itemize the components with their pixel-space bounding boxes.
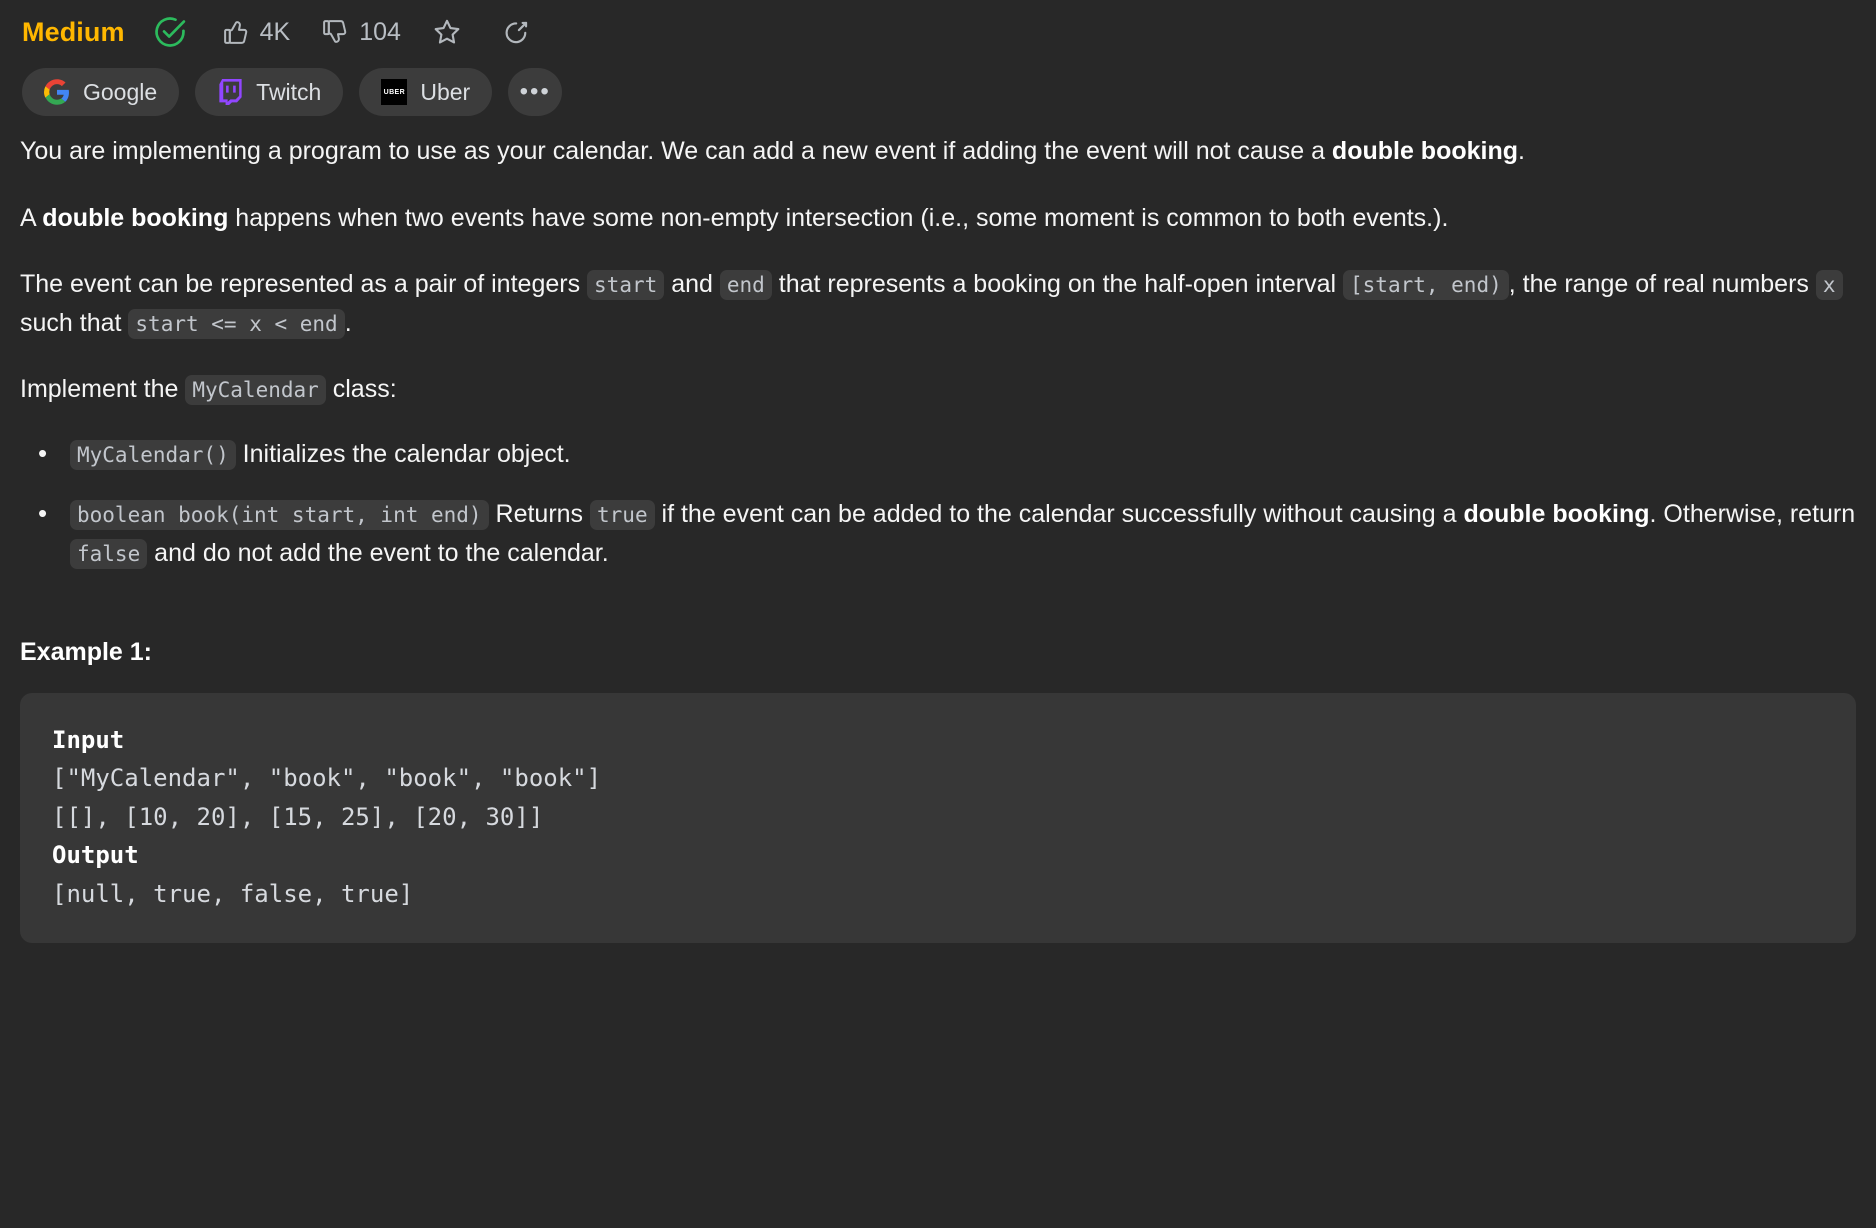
example-output-label: Output: [52, 841, 139, 870]
description-paragraph-1: You are implementing a program to use as…: [20, 132, 1856, 171]
desc-p3-text-f: .: [344, 308, 352, 337]
favorite-button[interactable]: [431, 16, 463, 48]
example-1-title: Example 1:: [20, 638, 153, 666]
api-item-2-text-c: . Otherwise, return: [1649, 500, 1856, 528]
desc-p4-text-a: Implement the: [20, 375, 186, 403]
inline-code-false: false: [70, 538, 148, 569]
upvote-button[interactable]: 4K: [221, 17, 291, 47]
inline-code-start: start: [587, 270, 665, 300]
downvote-count: 104: [359, 17, 401, 46]
twitch-logo-icon: [217, 79, 243, 105]
company-tags-more-button[interactable]: •••: [508, 68, 563, 116]
description-paragraph-3: The event can be represented as a pair o…: [20, 265, 1856, 342]
company-tag-label: Google: [83, 78, 158, 105]
example-input-line-1: ["MyCalendar", "book", "book", "book"]: [52, 764, 602, 793]
example-1-code-block: Input ["MyCalendar", "book", "book", "bo…: [20, 693, 1856, 943]
desc-p3-text-d: , the range of real numbers: [1508, 270, 1816, 298]
example-output-line-1: [null, true, false, true]: [52, 879, 414, 908]
problem-content: You are implementing a program to use as…: [0, 118, 1876, 572]
thumbs-down-icon: [323, 20, 347, 43]
example-input-label: Input: [52, 726, 125, 754]
desc-p3-text-a: The event can be represented as a pair o…: [20, 270, 588, 298]
list-item: boolean book(int start, int end) Returns…: [38, 493, 1856, 572]
inline-code-mycalendar: MyCalendar: [185, 375, 326, 405]
desc-p1-bold: double booking: [1331, 137, 1519, 165]
company-tag-twitch[interactable]: Twitch: [195, 68, 344, 116]
downvote-button[interactable]: 104: [320, 17, 401, 47]
inline-code-true: true: [590, 500, 655, 530]
inline-code-x: x: [1815, 270, 1843, 300]
api-item-2-text-b: if the event can be added to the calenda…: [654, 500, 1464, 528]
api-item-2-text-a: Returns: [488, 500, 591, 528]
inline-code-constructor: MyCalendar(): [70, 439, 236, 470]
desc-p4-text-b: class:: [325, 375, 397, 403]
company-tag-uber[interactable]: UBER Uber: [359, 68, 493, 116]
description-paragraph-2: A double booking happens when two events…: [20, 199, 1856, 238]
check-circle-icon: [154, 17, 185, 47]
thumbs-up-icon: [223, 21, 247, 44]
solved-status-icon[interactable]: [153, 15, 187, 49]
problem-meta-row: Medium 4K 104: [0, 0, 1876, 56]
desc-p3-text-e: such that: [20, 308, 129, 337]
desc-p3-text-c: that represents a booking on the half-op…: [771, 270, 1344, 298]
api-item-2-text-d: and do not add the event to the calendar…: [147, 538, 609, 567]
desc-p2-bold: double booking: [42, 203, 229, 232]
description-paragraph-4: Implement the MyCalendar class:: [20, 370, 1856, 409]
difficulty-badge: Medium: [22, 16, 125, 47]
company-tag-label: Twitch: [256, 78, 322, 105]
share-button[interactable]: [501, 16, 533, 48]
list-item: MyCalendar() Initializes the calendar ob…: [38, 433, 1856, 474]
example-input-line-2: [[], [10, 20], [15, 25], [20, 30]]: [52, 802, 544, 831]
desc-p1-text-b: .: [1518, 137, 1525, 165]
desc-p2-text-b: happens when two events have some non-em…: [228, 203, 1449, 232]
api-item-1-text: Initializes the calendar object.: [235, 439, 571, 468]
uber-logo-icon: UBER: [381, 79, 408, 105]
company-tags-row: Google Twitch UBER Uber •••: [0, 56, 1876, 118]
problem-description-panel: Medium 4K 104 Google Twitch UBER Uber ••…: [0, 0, 1876, 1228]
inline-code-interval: [start, end): [1343, 270, 1509, 300]
inline-code-book-signature: boolean book(int start, int end): [70, 500, 489, 530]
upvote-count: 4K: [259, 17, 291, 46]
api-method-list: MyCalendar() Initializes the calendar ob…: [20, 433, 1856, 573]
company-tag-label: Uber: [420, 78, 471, 105]
star-icon: [434, 19, 460, 44]
desc-p1-text-a: You are implementing a program to use as…: [20, 137, 1332, 165]
google-logo-icon: [44, 79, 70, 105]
inline-code-condition: start <= x < end: [128, 308, 345, 339]
api-item-2-bold: double booking: [1463, 500, 1650, 528]
inline-code-end: end: [719, 270, 772, 300]
company-tag-google[interactable]: Google: [22, 68, 180, 116]
desc-p2-text-a: A: [20, 203, 43, 232]
share-icon: [505, 21, 528, 44]
desc-p3-text-b: and: [664, 270, 720, 298]
